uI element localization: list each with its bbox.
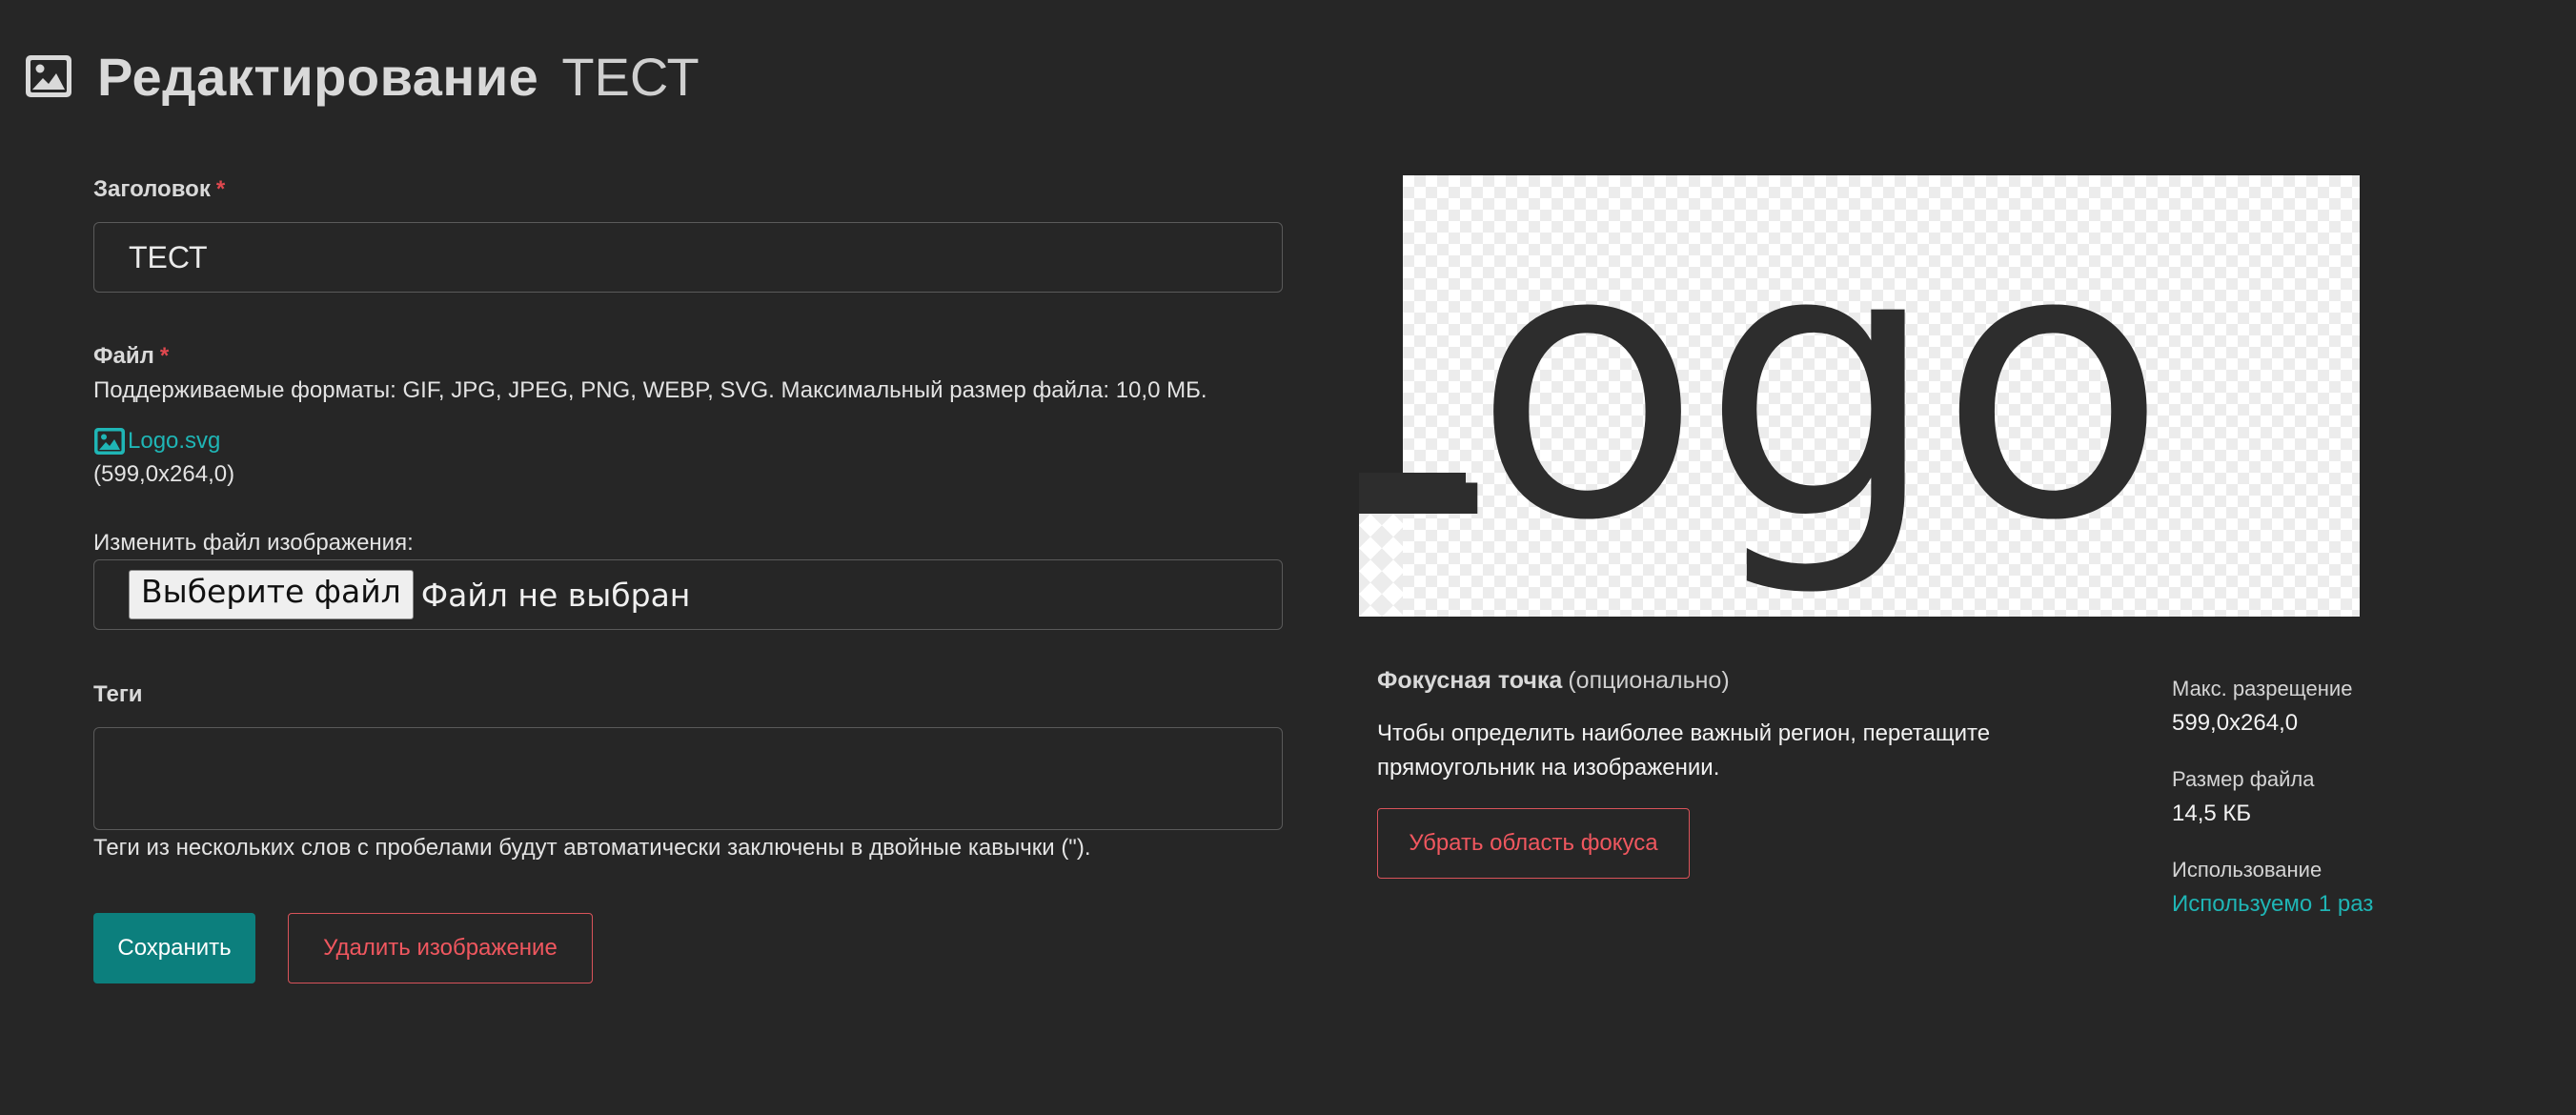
- tags-help: Теги из нескольких слов с пробелами буду…: [93, 835, 1091, 861]
- title-input[interactable]: ТЕСТ: [93, 222, 1283, 293]
- page-title: Редактирование: [97, 46, 539, 107]
- file-size-label: Размер файла: [2172, 767, 2315, 791]
- change-file-label: Изменить файл изображения:: [93, 530, 414, 556]
- file-field-label: Файл *: [93, 343, 169, 370]
- delete-image-button[interactable]: Удалить изображение: [288, 913, 593, 983]
- focus-optional-text: (опционально): [1568, 667, 1730, 694]
- file-label-text: Файл: [93, 343, 154, 369]
- focus-description: Чтобы определить наиболее важный регион,…: [1377, 720, 1991, 780]
- page-subtitle: ТЕСТ: [561, 46, 700, 107]
- focus-title-text: Фокусная точка: [1377, 667, 1563, 694]
- required-mark: *: [159, 343, 170, 369]
- required-mark: *: [215, 176, 226, 202]
- image-icon: [93, 427, 126, 456]
- file-formats-help: Поддерживаемые форматы: GIF, JPG, JPEG, …: [93, 377, 1207, 403]
- current-file-link[interactable]: Logo.svg: [93, 425, 220, 457]
- file-upload-input[interactable]: Выберите файл Файл не выбран: [93, 559, 1283, 630]
- logo-preview-image: Logo: [1359, 175, 2167, 602]
- max-resolution-value: 599,0x264,0: [2172, 710, 2299, 736]
- image-icon: [25, 54, 72, 98]
- choose-file-button[interactable]: Выберите файл: [129, 570, 414, 619]
- current-file-dimensions: (599,0x264,0): [93, 461, 235, 487]
- title-label-text: Заголовок: [93, 176, 211, 202]
- no-file-selected-text: Файл не выбран: [420, 576, 691, 614]
- tags-input[interactable]: [93, 727, 1283, 830]
- remove-focus-button[interactable]: Убрать область фокуса: [1377, 808, 1690, 879]
- focus-point-title: Фокусная точка (опционально): [1377, 667, 1730, 695]
- max-resolution-label: Макс. разрещение: [2172, 677, 2353, 700]
- logo-text: Logo: [1359, 175, 2167, 602]
- save-button[interactable]: Сохранить: [93, 913, 255, 983]
- title-field-label: Заголовок *: [93, 176, 225, 203]
- usage-link[interactable]: Используемо 1 раз: [2172, 891, 2373, 918]
- current-file-name[interactable]: Logo.svg: [128, 428, 220, 455]
- page-header: Редактирование ТЕСТ: [25, 38, 700, 114]
- image-preview[interactable]: Logo: [1359, 175, 2360, 617]
- file-size-value: 14,5 КБ: [2172, 801, 2252, 826]
- tags-field-label: Теги: [93, 681, 143, 707]
- usage-label: Использование: [2172, 858, 2322, 882]
